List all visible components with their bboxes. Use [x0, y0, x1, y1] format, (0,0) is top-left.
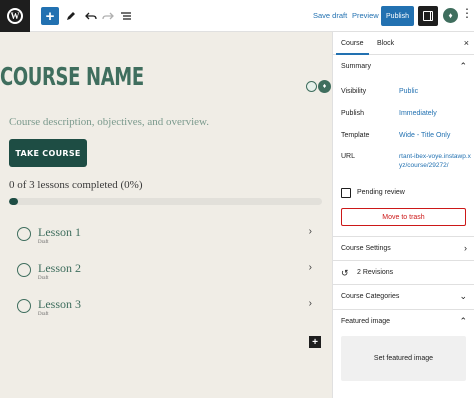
block-sensei-icon[interactable]: ♦: [318, 80, 331, 93]
preview-button[interactable]: Preview: [352, 11, 379, 20]
chevron-right-icon: ›: [308, 262, 312, 273]
lesson-item[interactable]: Lesson 2 Draft ›: [17, 260, 322, 288]
chevron-right-icon: ›: [308, 298, 312, 309]
block-status-icon[interactable]: [306, 81, 317, 92]
publish-button[interactable]: Publish: [381, 6, 414, 26]
tab-block[interactable]: Block: [377, 40, 394, 47]
lesson-status: Draft: [38, 276, 49, 281]
lesson-item[interactable]: Lesson 3 Draft ›: [17, 296, 322, 324]
summary-panel-header[interactable]: Summary ⌃: [333, 55, 474, 79]
pending-review-label[interactable]: Pending review: [357, 189, 405, 196]
course-settings-panel-header[interactable]: Course Settings ›: [333, 236, 474, 260]
lesson-item[interactable]: Lesson 1 Draft ›: [17, 224, 322, 252]
chevron-up-icon: ⌃: [459, 316, 467, 326]
lesson-status: Draft: [38, 240, 49, 245]
course-progress-fill: [9, 198, 18, 205]
list-view-button[interactable]: [117, 7, 135, 25]
undo-button[interactable]: [82, 7, 100, 25]
lesson-status: Draft: [38, 312, 49, 317]
close-icon: ×: [463, 38, 469, 48]
edit-tools-button[interactable]: [62, 7, 80, 25]
tab-course[interactable]: Course: [341, 40, 364, 47]
course-progress-bar: [9, 198, 322, 205]
history-icon: ↺: [341, 268, 349, 278]
more-vertical-icon: ⋮: [461, 6, 473, 20]
wordpress-logo-icon[interactable]: W: [0, 0, 30, 32]
revisions-button[interactable]: ↺ 2 Revisions: [333, 260, 474, 284]
lesson-title: Lesson 2: [38, 261, 81, 275]
publish-label: Publish: [341, 110, 364, 117]
course-progress-text: 0 of 3 lessons completed (0%): [9, 179, 143, 191]
lesson-status-icon: [17, 299, 31, 313]
add-block-button[interactable]: +: [41, 7, 59, 25]
redo-button[interactable]: [99, 7, 117, 25]
editor-toolbar: W + Save draft Preview Publish ♦ ⋮: [0, 0, 474, 32]
lesson-status-icon: [17, 227, 31, 241]
lesson-status-icon: [17, 263, 31, 277]
sidebar-tabs: Course Block ×: [333, 32, 474, 55]
settings-button[interactable]: [418, 6, 438, 26]
course-settings-heading: Course Settings: [341, 245, 391, 252]
pending-review-checkbox[interactable]: [341, 188, 351, 198]
close-sidebar-button[interactable]: ×: [464, 38, 469, 48]
chevron-right-icon: ›: [464, 243, 467, 253]
url-label: URL: [341, 153, 356, 160]
template-value[interactable]: Wide - Title Only: [399, 132, 450, 139]
redo-icon: [102, 12, 114, 20]
sensei-plugin-button[interactable]: ♦: [443, 8, 458, 23]
move-to-trash-button[interactable]: Move to trash: [341, 208, 466, 226]
pencil-icon: [67, 12, 75, 20]
course-description[interactable]: Course description, objectives, and over…: [9, 116, 209, 128]
course-categories-panel-header[interactable]: Course Categories ⌄: [333, 284, 474, 308]
visibility-value[interactable]: Public: [399, 88, 418, 95]
course-title[interactable]: COURSE NAME: [0, 62, 144, 91]
url-value[interactable]: rtant-ibex-voye.instawp.xyz/course/29272…: [399, 152, 471, 170]
chevron-up-icon: ⌃: [459, 61, 467, 71]
template-label: Template: [341, 132, 370, 139]
revisions-label: 2 Revisions: [357, 269, 394, 276]
chevron-down-icon: ⌄: [459, 291, 467, 301]
lesson-title: Lesson 1: [38, 225, 81, 239]
list-view-icon: [121, 12, 131, 20]
visibility-label: Visibility: [341, 88, 367, 95]
undo-icon: [85, 12, 97, 20]
save-draft-button[interactable]: Save draft: [313, 11, 347, 20]
sidebar-toggle-icon: [423, 11, 433, 21]
wordpress-w-icon: W: [7, 8, 23, 24]
set-featured-image-button[interactable]: Set featured image: [341, 336, 466, 381]
featured-image-heading: Featured image: [341, 318, 391, 325]
course-categories-heading: Course Categories: [341, 293, 400, 300]
editor-canvas[interactable]: COURSE NAME ♦ Course description, object…: [0, 32, 332, 398]
more-options-button[interactable]: ⋮: [461, 7, 473, 19]
take-course-button[interactable]: TAKE COURSE: [9, 139, 87, 167]
publish-date-value[interactable]: Immediately: [399, 110, 437, 117]
chevron-right-icon: ›: [308, 226, 312, 237]
featured-image-panel-header[interactable]: Featured image ⌃: [333, 309, 474, 333]
block-inserter-button[interactable]: +: [309, 336, 321, 348]
summary-heading: Summary: [341, 63, 371, 70]
settings-sidebar: Course Block × Summary ⌃ Visibility Publ…: [332, 32, 474, 398]
lesson-title: Lesson 3: [38, 297, 81, 311]
sensei-icon: ♦: [448, 11, 453, 20]
